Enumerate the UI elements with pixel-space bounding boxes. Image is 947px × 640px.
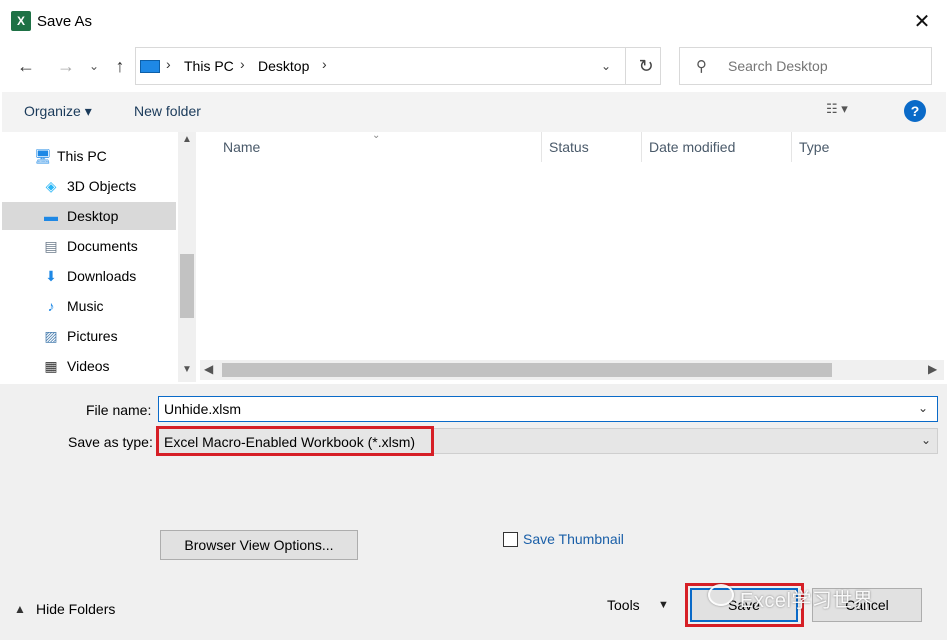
breadcrumb-desktop[interactable]: Desktop [258, 58, 309, 74]
sidebar-item-label: 3D Objects [67, 178, 137, 194]
address-bar[interactable]: › This PC › Desktop › ⌄ ↻ [135, 47, 661, 85]
breadcrumb-separator-icon[interactable]: › [240, 56, 245, 72]
file-name-label: File name: [86, 402, 152, 418]
view-options-icon[interactable]: ☷ ▾ [826, 101, 874, 123]
desktop-icon: ▬ [44, 208, 58, 224]
save-thumbnail-label[interactable]: Save Thumbnail [523, 531, 624, 547]
sidebar-item-label: Desktop [67, 208, 119, 224]
horizontal-scrollbar[interactable]: ◀ ▶ [200, 360, 944, 380]
sidebar-item-music[interactable]: ♪ Music [2, 292, 176, 320]
recent-locations-chevron-icon[interactable]: ⌄ [84, 53, 104, 79]
save-as-type-label: Save as type: [68, 434, 153, 450]
window-title: Save As [37, 13, 93, 30]
nav-scrollbar[interactable]: ▲ ▼ [178, 132, 196, 382]
title-bar: X Save As ✕ [0, 0, 947, 44]
music-icon: ♪ [47, 298, 55, 314]
scroll-up-icon[interactable]: ▲ [178, 134, 196, 150]
pc-icon: 🖥 [34, 148, 52, 164]
sidebar-item-3d-objects[interactable]: ◈ 3D Objects [2, 172, 176, 200]
organize-button[interactable]: Organize ▾ [24, 103, 92, 120]
scroll-down-icon[interactable]: ▼ [178, 364, 196, 380]
excel-app-icon: X [11, 11, 31, 31]
horizontal-scroll-thumb[interactable] [222, 363, 832, 377]
sidebar-item-this-pc[interactable]: 🖥 This PC [2, 142, 176, 170]
column-header-status[interactable]: Status [549, 139, 589, 155]
monitor-icon [140, 60, 160, 73]
picture-icon: ▨ [44, 328, 58, 344]
navigation-pane: 🖥 This PC ◈ 3D Objects ▬ Desktop ▤ Documents ⬇ Do… [2, 132, 196, 382]
sidebar-item-documents[interactable]: ▤ Documents [2, 232, 176, 260]
sidebar-item-label: Downloads [67, 268, 137, 284]
sidebar-item-label: Documents [67, 238, 138, 254]
forward-arrow-icon[interactable]: → [52, 53, 80, 79]
sidebar-item-label: This PC [57, 148, 107, 164]
up-arrow-icon[interactable]: ↑ [108, 53, 132, 79]
sidebar-item-label: Music [67, 298, 104, 314]
sidebar-item-label: Pictures [67, 328, 118, 344]
chevron-up-icon[interactable]: ▲ [14, 602, 26, 616]
video-icon: ▦ [44, 358, 58, 374]
dropdown-arrow-icon[interactable]: ▼ [658, 599, 669, 611]
column-header-name[interactable]: Name [223, 139, 260, 155]
save-type-highlight-box [156, 426, 434, 456]
browser-view-options-button[interactable]: Browser View Options... [160, 530, 358, 560]
search-icon: ⚲ [696, 58, 707, 75]
tools-button[interactable]: Tools [607, 597, 640, 613]
file-list: ⌄ Name Status Date modified Type ◀ ▶ [200, 130, 944, 382]
new-folder-button[interactable]: New folder [134, 103, 201, 119]
sidebar-item-desktop[interactable]: ▬ Desktop [2, 202, 176, 230]
document-icon: ▤ [44, 238, 58, 254]
column-divider[interactable] [641, 132, 642, 162]
breadcrumb-separator-icon[interactable]: › [166, 56, 171, 72]
command-toolbar: Organize ▾ New folder ☷ ▾ ? [2, 92, 946, 132]
address-divider [625, 48, 626, 84]
breadcrumb-separator-icon[interactable]: › [322, 56, 327, 72]
save-form: File name: ⌄ Save as type: Excel Macro-E… [0, 384, 947, 640]
refresh-icon[interactable]: ↻ [632, 52, 660, 80]
chevron-down-icon[interactable]: ⌄ [918, 401, 928, 415]
sidebar-item-videos[interactable]: ▦ Videos [2, 352, 176, 380]
search-input[interactable] [728, 58, 918, 74]
watermark-text: Excel学习世界 [740, 590, 874, 612]
sidebar-item-downloads[interactable]: ⬇ Downloads [2, 262, 176, 290]
column-header-date-modified[interactable]: Date modified [649, 139, 735, 155]
breadcrumb-this-pc[interactable]: This PC [184, 58, 234, 74]
download-icon: ⬇ [45, 268, 57, 284]
sort-chevron-icon: ⌄ [372, 130, 381, 141]
sidebar-item-pictures[interactable]: ▨ Pictures [2, 322, 176, 350]
column-divider[interactable] [541, 132, 542, 162]
column-header-type[interactable]: Type [799, 139, 829, 155]
search-box[interactable]: ⚲ [679, 47, 932, 85]
chevron-down-icon[interactable]: ⌄ [594, 56, 618, 76]
chevron-down-icon[interactable]: ⌄ [921, 433, 931, 447]
help-icon[interactable]: ? [904, 100, 926, 122]
save-thumbnail-checkbox[interactable] [503, 532, 518, 547]
cube-icon: ◈ [45, 178, 57, 194]
file-name-input[interactable] [158, 396, 938, 422]
back-arrow-icon[interactable]: ← [12, 53, 40, 79]
hide-folders-button[interactable]: Hide Folders [36, 601, 115, 617]
scroll-right-icon[interactable]: ▶ [928, 362, 937, 376]
wechat-logo-icon [708, 584, 734, 606]
sidebar-item-label: Videos [67, 358, 110, 374]
close-button[interactable]: ✕ [900, 6, 944, 38]
scroll-left-icon[interactable]: ◀ [204, 362, 213, 376]
nav-scroll-thumb[interactable] [180, 254, 194, 318]
column-divider[interactable] [791, 132, 792, 162]
